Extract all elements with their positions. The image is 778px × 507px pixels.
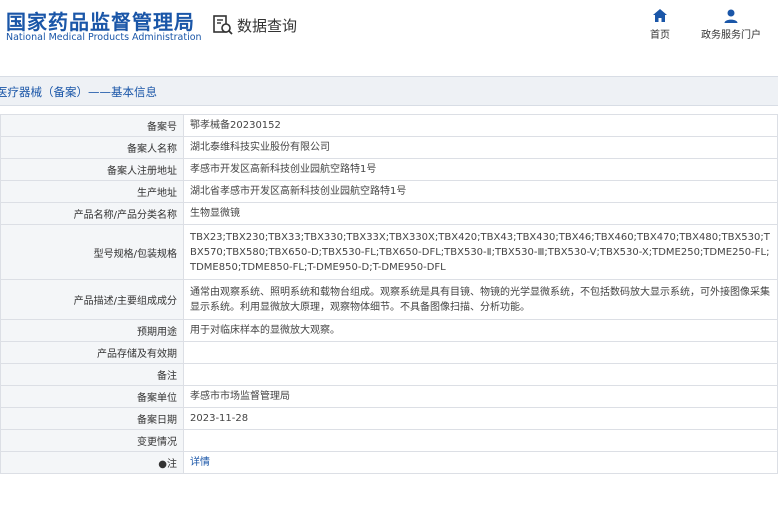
nav-home-label: 首页 (650, 30, 670, 41)
field-label: 备案人注册地址 (0, 158, 184, 181)
table-row: 预期用途 用于对临床样本的显微放大观察。 (0, 319, 778, 342)
data-query-link[interactable]: 数据查询 (212, 13, 297, 37)
table-row: 产品名称/产品分类名称 生物显微镜 (0, 202, 778, 225)
field-label: 备案人名称 (0, 136, 184, 159)
table-row: 备案单位 孝感市市场监督管理局 (0, 385, 778, 408)
nav-service-portal-label: 政务服务门户 (701, 30, 761, 41)
table-row: ●注 详情 (0, 451, 778, 474)
field-label: 生产地址 (0, 180, 184, 203)
field-value (183, 363, 778, 386)
info-table: 备案号 鄂孝械备20230152 备案人名称 湖北泰维科技实业股份有限公司 备案… (0, 114, 778, 474)
table-row: 型号规格/包装规格 TBX23;TBX230;TBX33;TBX330;TBX3… (0, 224, 778, 280)
table-row: 备案号 鄂孝械备20230152 (0, 114, 778, 137)
field-value: 湖北省孝感市开发区高新科技创业园航空路特1号 (183, 180, 778, 203)
home-icon (653, 9, 667, 22)
site-header: 国家药品监督管理局 National Medical Products Admi… (0, 0, 778, 62)
data-query-label: 数据查询 (237, 16, 298, 35)
site-logo-subtitle: National Medical Products Administration (6, 32, 202, 43)
field-value: 湖北泰维科技实业股份有限公司 (183, 136, 778, 159)
field-value: 通常由观察系统、照明系统和载物台组成。观察系统是具有目镜、物镜的光学显微系统，不… (183, 279, 778, 320)
table-row: 备案人注册地址 孝感市开发区高新科技创业园航空路特1号 (0, 158, 778, 181)
field-value: 2023-11-28 (183, 407, 778, 430)
field-label: 型号规格/包装规格 (0, 224, 184, 280)
field-value (183, 429, 778, 452)
field-label: 备注 (0, 363, 184, 386)
user-icon (724, 9, 738, 23)
field-label: 产品存储及有效期 (0, 341, 184, 364)
table-row: 备案日期 2023-11-28 (0, 407, 778, 430)
field-value (183, 341, 778, 364)
field-label: 备案单位 (0, 385, 184, 408)
field-value: 用于对临床样本的显微放大观察。 (183, 319, 778, 342)
field-value: 孝感市开发区高新科技创业园航空路特1号 (183, 158, 778, 181)
table-row: 产品描述/主要组成成分 通常由观察系统、照明系统和载物台组成。观察系统是具有目镜… (0, 279, 778, 320)
site-logo-title[interactable]: 国家药品监督管理局 (6, 6, 195, 35)
nav-home[interactable]: 首页 (645, 8, 675, 41)
table-row: 生产地址 湖北省孝感市开发区高新科技创业园航空路特1号 (0, 180, 778, 203)
table-row: 备注 (0, 363, 778, 386)
field-value: 生物显微镜 (183, 202, 778, 225)
table-row: 变更情况 (0, 429, 778, 452)
table-row: 产品存储及有效期 (0, 341, 778, 364)
field-value: 鄂孝械备20230152 (183, 114, 778, 137)
field-label: 产品名称/产品分类名称 (0, 202, 184, 225)
field-label: ●注 (0, 451, 184, 474)
table-row: 备案人名称 湖北泰维科技实业股份有限公司 (0, 136, 778, 159)
field-label: 产品描述/主要组成成分 (0, 279, 184, 320)
field-label: 备案号 (0, 114, 184, 137)
field-label: 备案日期 (0, 407, 184, 430)
search-document-icon (213, 15, 233, 35)
nav-service-portal[interactable]: 政务服务门户 (700, 8, 762, 41)
page-title: 医疗器械（备案）——基本信息 (0, 85, 157, 99)
details-link[interactable]: 详情 (190, 457, 210, 468)
field-label: 变更情况 (0, 429, 184, 452)
field-value: TBX23;TBX230;TBX33;TBX330;TBX33X;TBX330X… (183, 224, 778, 280)
page-title-bar: 医疗器械（备案）——基本信息 (0, 76, 778, 106)
field-label: 预期用途 (0, 319, 184, 342)
field-value: 孝感市市场监督管理局 (183, 385, 778, 408)
